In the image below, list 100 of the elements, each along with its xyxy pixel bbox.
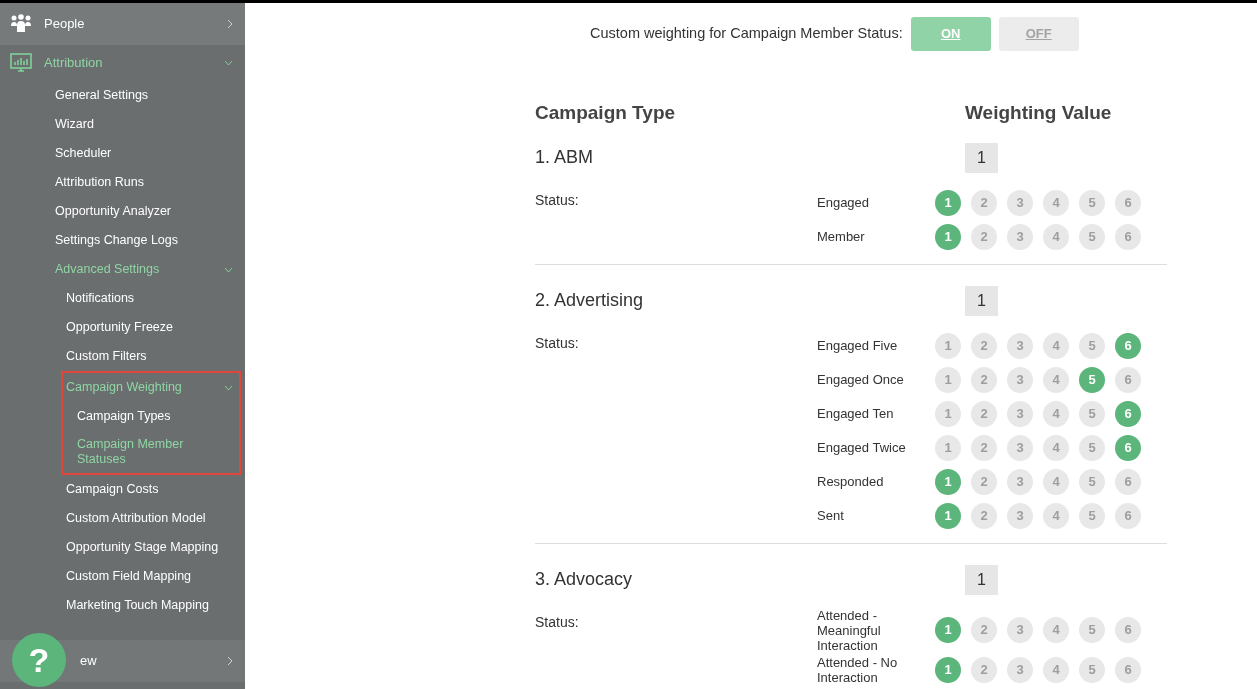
sidebar-item[interactable]: Campaign Costs <box>66 482 159 497</box>
weight-option[interactable]: 3 <box>1007 502 1033 529</box>
weight-option[interactable]: 3 <box>1007 468 1033 495</box>
weight-option[interactable]: 5 <box>1079 366 1105 393</box>
campaign-type-name: 2. Advertising <box>535 289 645 312</box>
weight-option[interactable]: 1 <box>935 189 961 216</box>
sidebar-item[interactable]: Campaign Types <box>77 409 202 424</box>
weight-option[interactable]: 5 <box>1079 189 1105 216</box>
campaign-type-name: 1. ABM <box>535 146 595 169</box>
weight-option[interactable]: 4 <box>1043 656 1069 683</box>
weight-option[interactable]: 5 <box>1079 434 1105 461</box>
weight-option[interactable]: 1 <box>935 502 961 529</box>
sidebar-item[interactable]: Campaign Member Statuses <box>77 437 202 467</box>
weight-option[interactable]: 4 <box>1043 189 1069 216</box>
chart-icon <box>10 53 32 73</box>
weight-option[interactable]: 5 <box>1079 656 1105 683</box>
weight-option[interactable]: 2 <box>971 189 997 216</box>
weight-option[interactable]: 4 <box>1043 400 1069 427</box>
weight-option[interactable]: 3 <box>1007 617 1033 643</box>
sidebar-item[interactable]: Settings Change Logs <box>55 233 178 248</box>
weight-option[interactable]: 1 <box>935 400 961 427</box>
weight-option[interactable]: 1 <box>935 617 961 643</box>
sidebar-item[interactable]: Custom Filters <box>66 349 147 364</box>
weight-option[interactable]: 2 <box>971 434 997 461</box>
weight-option[interactable]: 1 <box>935 332 961 359</box>
weighting-value: 1 <box>965 564 998 595</box>
sidebar-item[interactable]: Advanced Settings <box>55 262 160 277</box>
sidebar-item[interactable]: Opportunity Stage Mapping <box>66 540 219 555</box>
weight-option[interactable]: 5 <box>1079 617 1105 643</box>
weight-option[interactable]: 5 <box>1079 332 1105 359</box>
sidebar-item[interactable]: ew <box>80 651 97 671</box>
weight-option[interactable]: 6 <box>1115 502 1141 529</box>
sidebar-item[interactable]: Marketing Touch Mapping <box>66 598 209 613</box>
sidebar-item[interactable]: Custom Field Mapping <box>66 569 192 584</box>
sidebar-item[interactable]: Scheduler <box>55 146 112 161</box>
weight-option[interactable]: 6 <box>1115 656 1141 683</box>
weight-option[interactable]: 1 <box>935 366 961 393</box>
toggle-option[interactable]: OFF <box>998 17 1079 51</box>
sidebar-item[interactable]: General Settings <box>55 88 149 103</box>
weight-option[interactable]: 1 <box>935 468 961 495</box>
weighting-value: 1 <box>965 142 998 173</box>
weight-option[interactable]: 6 <box>1115 434 1141 461</box>
sidebar-item[interactable]: Attribution Runs <box>55 175 144 190</box>
status-label: Sent <box>817 508 845 523</box>
weight-option[interactable]: 4 <box>1043 366 1069 393</box>
weight-option[interactable]: 3 <box>1007 400 1033 427</box>
weight-option[interactable]: 2 <box>971 656 997 683</box>
weighting-value: 1 <box>965 285 998 316</box>
weight-option[interactable]: 5 <box>1079 502 1105 529</box>
sidebar-item[interactable]: People <box>44 14 85 34</box>
sidebar-item[interactable]: Custom Attribution Model <box>66 511 206 526</box>
weight-option[interactable]: 4 <box>1043 223 1069 250</box>
weight-option[interactable]: 6 <box>1115 468 1141 495</box>
weight-option[interactable]: 2 <box>971 332 997 359</box>
weight-option[interactable]: 2 <box>971 366 997 393</box>
sidebar-item[interactable]: Attribution <box>44 53 103 73</box>
weight-option[interactable]: 1 <box>935 434 961 461</box>
weight-option[interactable]: 4 <box>1043 617 1069 643</box>
people-icon <box>10 14 32 34</box>
column-header: Weighting Value <box>965 101 1112 125</box>
weight-option[interactable]: 3 <box>1007 434 1033 461</box>
weight-option[interactable]: 2 <box>971 468 997 495</box>
weight-option[interactable]: 3 <box>1007 223 1033 250</box>
sidebar-item[interactable]: Opportunity Analyzer <box>55 204 172 219</box>
weight-option[interactable]: 6 <box>1115 223 1141 250</box>
weight-option[interactable]: 2 <box>971 400 997 427</box>
weight-option[interactable]: 1 <box>935 223 961 250</box>
sidebar-item[interactable]: Notifications <box>66 291 135 306</box>
status-label: Member <box>817 229 866 244</box>
weight-option[interactable]: 3 <box>1007 189 1033 216</box>
weight-option[interactable]: 3 <box>1007 332 1033 359</box>
weight-option[interactable]: 2 <box>971 502 997 529</box>
weight-option[interactable]: 3 <box>1007 366 1033 393</box>
weight-option[interactable]: 5 <box>1079 223 1105 250</box>
weight-option[interactable]: 4 <box>1043 468 1069 495</box>
weight-option[interactable]: 6 <box>1115 366 1141 393</box>
status-label: Engaged Five <box>817 338 899 353</box>
sidebar-item[interactable]: Opportunity Freeze <box>66 320 173 335</box>
status-label: Attended - Meaningful Interaction <box>817 607 882 653</box>
weight-option[interactable]: 6 <box>1115 400 1141 427</box>
weight-option[interactable]: 6 <box>1115 617 1141 643</box>
sidebar-item[interactable]: Campaign Weighting <box>66 380 182 395</box>
weight-option[interactable]: 5 <box>1079 400 1105 427</box>
weight-option[interactable]: 6 <box>1115 332 1141 359</box>
weight-option[interactable]: 4 <box>1043 434 1069 461</box>
status-label: Engaged Once <box>817 372 905 387</box>
weight-option[interactable]: 4 <box>1043 502 1069 529</box>
sidebar-item[interactable]: Wizard <box>55 117 94 132</box>
weight-option[interactable]: 1 <box>935 656 961 683</box>
weight-option[interactable]: 2 <box>971 223 997 250</box>
status-label: Engaged Ten <box>817 406 895 421</box>
weight-option[interactable]: 3 <box>1007 656 1033 683</box>
weight-option[interactable]: 4 <box>1043 332 1069 359</box>
weight-option[interactable]: 6 <box>1115 189 1141 216</box>
weight-option[interactable]: 2 <box>971 617 997 643</box>
help-button[interactable]: ? <box>12 633 66 687</box>
weight-option[interactable]: 5 <box>1079 468 1105 495</box>
status-heading: Status: <box>535 334 579 351</box>
toggle-label: Custom weighting for Campaign Member Status: <box>590 24 903 44</box>
toggle-option[interactable]: ON <box>910 17 991 51</box>
